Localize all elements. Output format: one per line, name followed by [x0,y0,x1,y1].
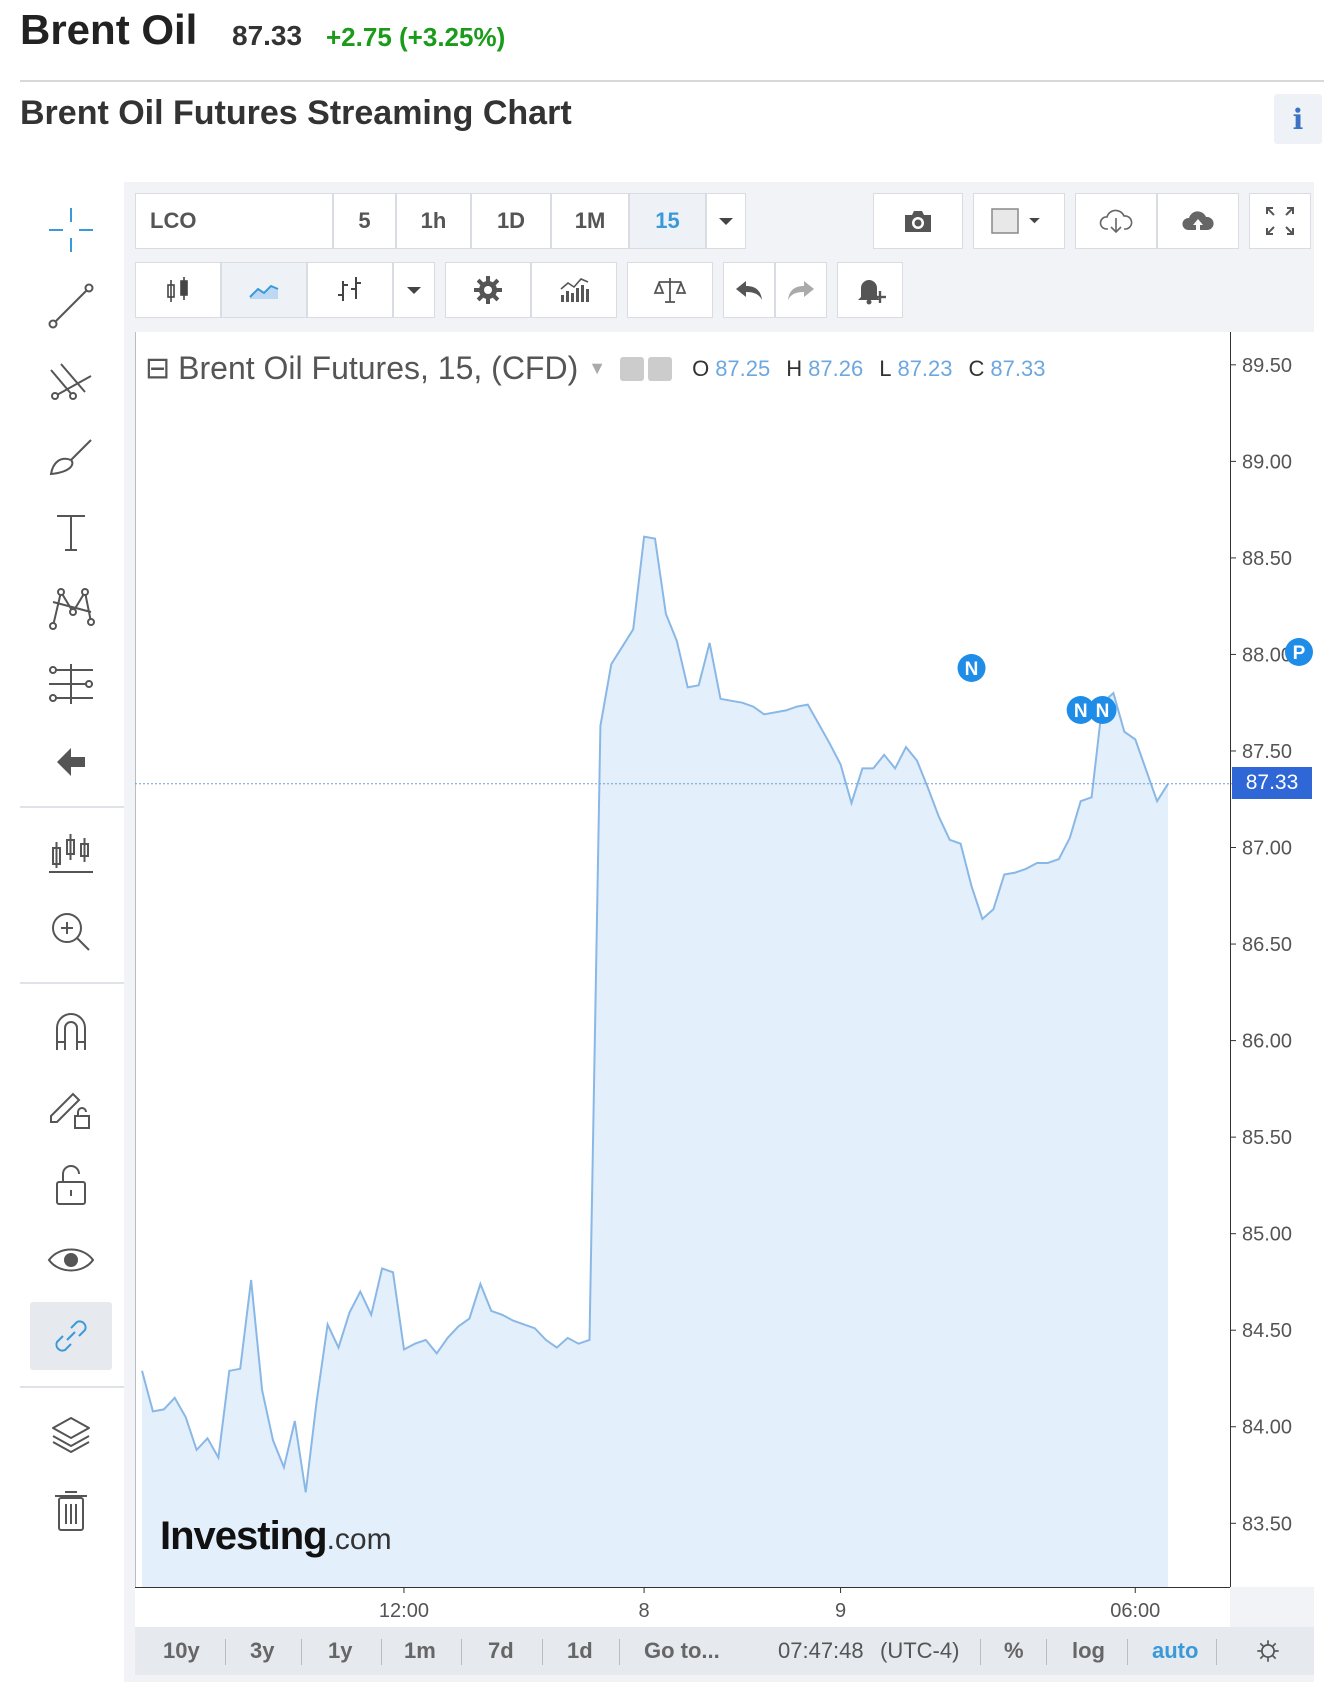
x-tick-label: 9 [835,1600,846,1622]
investing-logo: Investing.com [160,1514,392,1559]
bar-divider [381,1639,382,1665]
news-event-label: N [965,659,979,680]
y-tick-label: 84.00 [1242,1417,1292,1439]
settings-icon[interactable] [648,356,673,381]
visibility-icon[interactable] [620,356,645,381]
bar-divider [1216,1639,1217,1665]
y-tick-label: 85.00 [1242,1224,1292,1246]
series-legend: ⊟ Brent Oil Futures, 15, (CFD) ▼ O 87.25 … [145,350,1045,387]
high-label: H [786,355,803,381]
x-tick-label: 06:00 [1110,1600,1160,1622]
bar-divider [1046,1639,1047,1665]
bar-divider [1127,1639,1128,1665]
open-label: O [692,355,710,381]
bottom-toolbar: 10y 3y 1y 1m 7d 1d Go to... 07:47:48 (UT… [135,1627,1314,1675]
percent-toggle[interactable]: % [1004,1627,1024,1675]
range-1d[interactable]: 1d [567,1627,593,1675]
news-event-label: P [1293,643,1306,664]
y-tick-label: 86.50 [1242,934,1292,956]
y-tick-label: 88.00 [1242,644,1292,666]
bar-divider [980,1639,981,1665]
caret-down-icon[interactable]: ▼ [588,358,606,379]
bar-divider [542,1639,543,1665]
x-tick-label: 8 [639,1600,650,1622]
high-value: 87.26 [808,355,864,381]
auto-toggle[interactable]: auto [1152,1627,1198,1675]
range-3y[interactable]: 3y [250,1627,274,1675]
y-tick-label: 86.00 [1242,1031,1292,1053]
news-event-label: N [1074,701,1088,722]
low-label: L [879,355,892,381]
close-value: 87.33 [990,355,1046,381]
collapse-icon[interactable]: ⊟ [145,351,170,386]
open-value: 87.25 [715,355,771,381]
low-value: 87.23 [897,355,953,381]
last-price-tag: 87.33 [1232,767,1312,799]
price-chart: 89.50 89.00 88.50 88.00 87.50 87.00 86.50 86.00… [135,355,1313,1622]
clock: 07:47:48 [778,1638,864,1663]
timezone[interactable]: (UTC-4) [880,1627,959,1675]
bar-divider [225,1639,226,1665]
y-tick-label: 85.50 [1242,1127,1292,1149]
y-tick-label: 87.50 [1242,741,1292,763]
y-tick-label: 87.00 [1242,838,1292,860]
log-toggle[interactable]: log [1072,1627,1105,1675]
gear-icon [1257,1640,1279,1662]
bar-divider [301,1639,302,1665]
range-10y[interactable]: 10y [163,1627,200,1675]
bar-divider [461,1639,462,1665]
series-title[interactable]: Brent Oil Futures, 15, (CFD) [178,350,578,387]
goto-button[interactable]: Go to... [644,1627,720,1675]
range-1m[interactable]: 1m [404,1627,436,1675]
news-event-label: N [1096,701,1110,722]
close-label: C [968,355,985,381]
range-1y[interactable]: 1y [328,1627,352,1675]
axis-settings-button[interactable] [1255,1627,1281,1675]
y-tick-label: 89.50 [1242,355,1292,377]
y-tick-label: 89.00 [1242,451,1292,473]
range-7d[interactable]: 7d [488,1627,514,1675]
y-tick-label: 88.50 [1242,548,1292,570]
y-tick-label: 84.50 [1242,1320,1292,1342]
logo-suffix: .com [326,1523,392,1556]
y-tick-label: 83.50 [1242,1513,1292,1535]
logo-brand: Investing [160,1514,328,1558]
x-tick-label: 12:00 [379,1600,429,1622]
bar-divider [619,1639,620,1665]
